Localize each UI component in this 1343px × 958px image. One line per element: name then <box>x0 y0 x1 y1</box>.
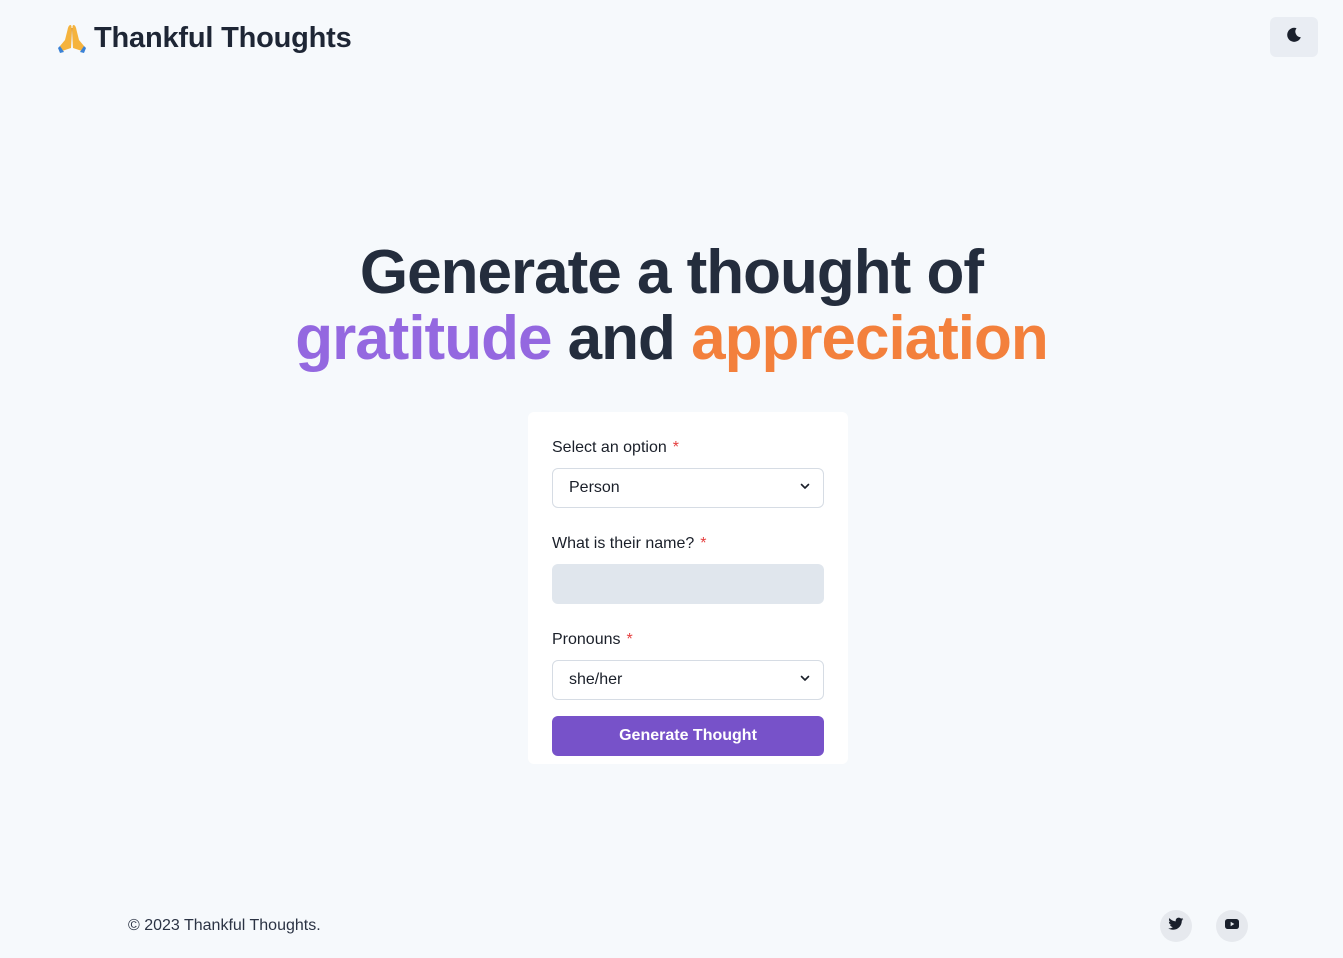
hero-line-2: gratitude and appreciation <box>0 306 1343 372</box>
pronouns-label-text: Pronouns <box>552 631 621 648</box>
youtube-link[interactable] <box>1216 910 1248 942</box>
option-field: Select an option * Person <box>552 436 824 508</box>
required-asterisk: * <box>626 631 633 648</box>
theme-toggle-button[interactable] <box>1270 17 1318 57</box>
name-field: What is their name? * <box>552 532 824 604</box>
generate-thought-button[interactable]: Generate Thought <box>552 716 824 756</box>
hero-heading: Generate a thought of gratitude and appr… <box>0 240 1343 372</box>
site-header: Thankful Thoughts <box>0 0 1343 76</box>
hero-word-gratitude: gratitude <box>295 304 552 373</box>
name-label: What is their name? * <box>552 532 824 556</box>
required-asterisk: * <box>700 535 707 552</box>
chevron-down-icon <box>799 671 811 689</box>
pronouns-select-value: she/her <box>569 671 623 688</box>
option-label-text: Select an option <box>552 439 667 456</box>
chevron-down-icon <box>799 479 811 497</box>
option-select-value: Person <box>569 479 620 496</box>
hero-line-1: Generate a thought of <box>359 238 984 307</box>
youtube-icon <box>1224 916 1240 937</box>
copyright-text: © 2023 Thankful Thoughts. <box>128 917 321 934</box>
praying-hands-icon <box>56 22 88 54</box>
hero-word-and: and <box>567 304 676 373</box>
name-label-text: What is their name? <box>552 535 695 552</box>
pronouns-field: Pronouns * she/her <box>552 628 824 700</box>
option-label: Select an option * <box>552 436 824 460</box>
pronouns-label: Pronouns * <box>552 628 824 652</box>
brand[interactable]: Thankful Thoughts <box>56 18 352 58</box>
moon-icon <box>1286 27 1302 48</box>
pronouns-select[interactable]: she/her <box>552 660 824 700</box>
hero-word-appreciation: appreciation <box>691 304 1049 373</box>
twitter-icon <box>1168 916 1184 937</box>
brand-title: Thankful Thoughts <box>94 21 352 54</box>
name-input[interactable] <box>552 564 824 604</box>
thought-form-card: Select an option * Person What is their … <box>528 412 848 764</box>
site-footer: © 2023 Thankful Thoughts. <box>0 908 1343 946</box>
twitter-link[interactable] <box>1160 910 1192 942</box>
required-asterisk: * <box>672 439 679 456</box>
option-select[interactable]: Person <box>552 468 824 508</box>
